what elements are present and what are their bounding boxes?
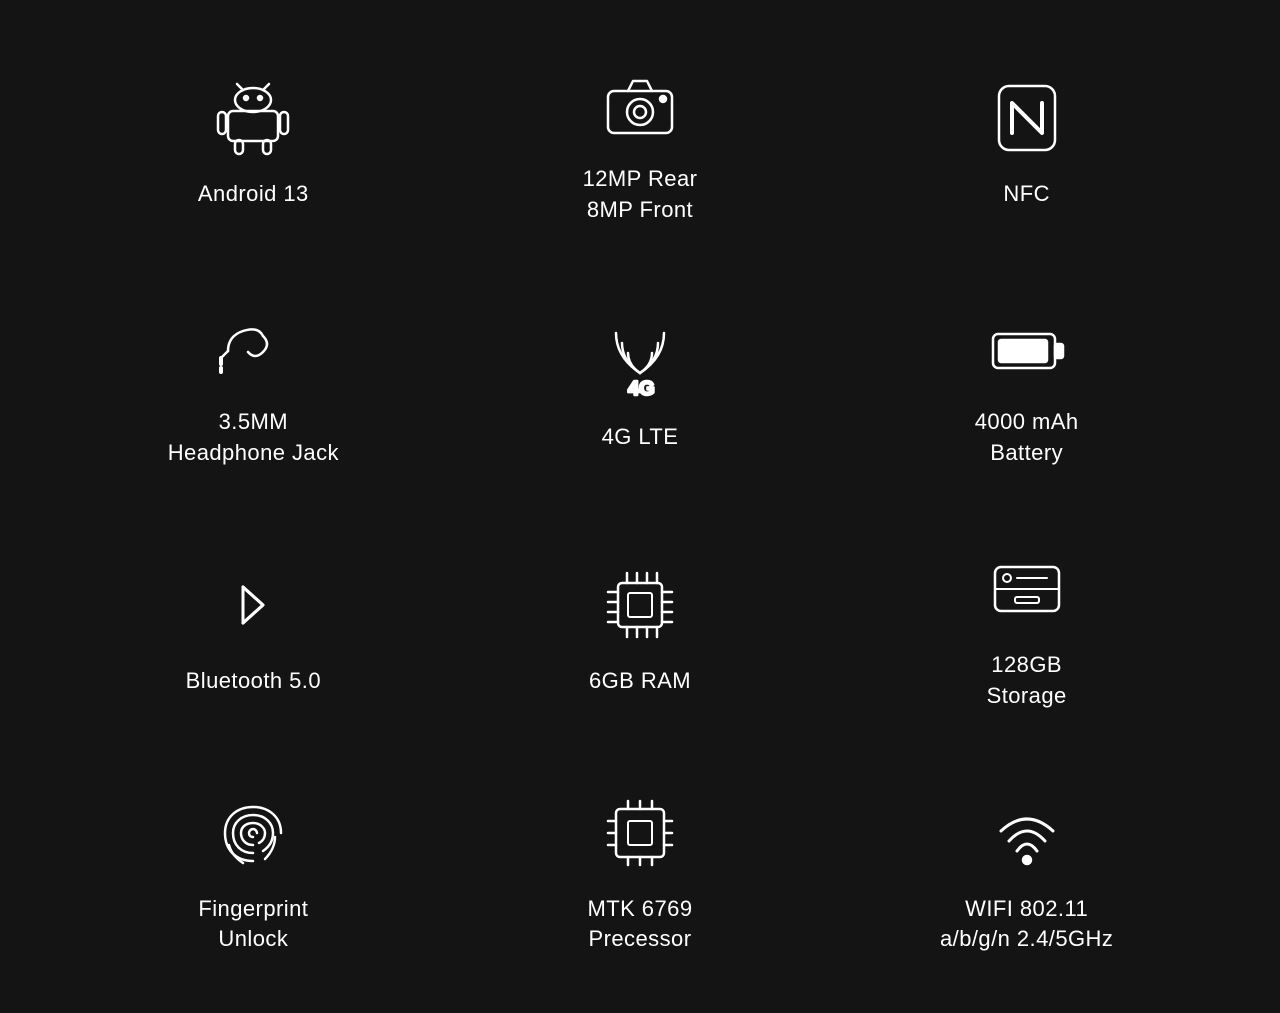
feature-processor: MTK 6769Precessor [447, 750, 834, 993]
feature-android: Android 13 [60, 20, 447, 263]
bluetooth-label: Bluetooth 5.0 [186, 666, 321, 697]
feature-bluetooth: Bluetooth 5.0 [60, 507, 447, 750]
feature-battery: 4000 mAhBattery [833, 263, 1220, 506]
feature-storage: 128GBStorage [833, 507, 1220, 750]
battery-label: 4000 mAhBattery [975, 407, 1079, 469]
headphone-label: 3.5MMHeadphone Jack [168, 407, 339, 469]
svg-text:4G: 4G [628, 378, 655, 400]
features-grid: Android 13 12MP Rear8MP Front NFC [0, 0, 1280, 1013]
ram-icon [595, 560, 685, 650]
feature-fingerprint: FingerprintUnlock [60, 750, 447, 993]
bluetooth-icon [208, 560, 298, 650]
camera-label: 12MP Rear8MP Front [583, 164, 698, 226]
feature-camera: 12MP Rear8MP Front [447, 20, 834, 263]
feature-nfc: NFC [833, 20, 1220, 263]
4g-icon: 4G [595, 316, 685, 406]
fingerprint-icon [208, 788, 298, 878]
fingerprint-label: FingerprintUnlock [198, 894, 308, 956]
processor-icon [595, 788, 685, 878]
storage-label: 128GBStorage [987, 650, 1067, 712]
android-label: Android 13 [198, 179, 309, 210]
wifi-label: WIFI 802.11a/b/g/n 2.4/5GHz [940, 894, 1113, 956]
battery-icon [982, 301, 1072, 391]
nfc-icon [982, 73, 1072, 163]
feature-wifi: WIFI 802.11a/b/g/n 2.4/5GHz [833, 750, 1220, 993]
android-icon [208, 73, 298, 163]
headphone-icon [208, 301, 298, 391]
feature-4g: 4G 4G LTE [447, 263, 834, 506]
wifi-icon [982, 788, 1072, 878]
camera-icon [595, 58, 685, 148]
nfc-label: NFC [1003, 179, 1050, 210]
4g-label: 4G LTE [602, 422, 679, 453]
feature-headphone: 3.5MMHeadphone Jack [60, 263, 447, 506]
feature-ram: 6GB RAM [447, 507, 834, 750]
processor-label: MTK 6769Precessor [587, 894, 692, 956]
storage-icon [982, 544, 1072, 634]
ram-label: 6GB RAM [589, 666, 691, 697]
